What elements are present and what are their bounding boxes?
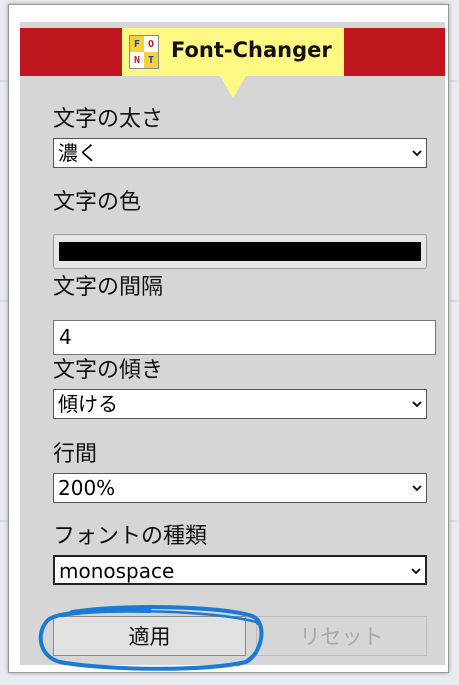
app-title: Font-Changer <box>171 38 332 62</box>
chevron-down-icon <box>411 568 421 575</box>
color-swatch <box>59 242 421 261</box>
logo-letter: F <box>130 36 144 52</box>
reset-button[interactable]: リセット <box>256 616 427 656</box>
line-height-select[interactable]: 200% <box>53 473 427 503</box>
color-label: 文字の色 <box>53 190 142 215</box>
chevron-down-icon <box>412 485 422 492</box>
title-arrow <box>220 76 246 98</box>
slant-value: 傾ける <box>58 392 118 416</box>
settings-panel: F O N T Font-Changer 文字の太さ 濃く 文字の色 文字の間隔… <box>20 22 445 671</box>
line-height-label: 行間 <box>53 442 98 467</box>
font-family-label: フォントの種類 <box>53 524 208 549</box>
spacing-label: 文字の間隔 <box>53 275 164 300</box>
slant-label: 文字の傾き <box>53 358 164 383</box>
spacing-input[interactable]: 4 <box>53 320 436 355</box>
weight-value: 濃く <box>58 141 98 165</box>
chevron-down-icon <box>412 150 422 157</box>
weight-label: 文字の太さ <box>53 107 164 132</box>
logo-letter: O <box>144 36 158 52</box>
font-logo-icon: F O N T <box>129 35 159 69</box>
apply-button[interactable]: 適用 <box>53 616 246 656</box>
color-picker[interactable] <box>53 234 427 269</box>
chevron-down-icon <box>412 401 422 408</box>
font-family-value: monospace <box>59 559 175 583</box>
logo-letter: N <box>130 52 144 68</box>
line-height-value: 200% <box>58 476 116 500</box>
font-family-select[interactable]: monospace <box>53 555 427 585</box>
slant-select[interactable]: 傾ける <box>53 389 427 419</box>
weight-select[interactable]: 濃く <box>53 138 427 168</box>
extension-popup: F O N T Font-Changer 文字の太さ 濃く 文字の色 文字の間隔… <box>8 4 449 673</box>
logo-letter: T <box>144 52 158 68</box>
